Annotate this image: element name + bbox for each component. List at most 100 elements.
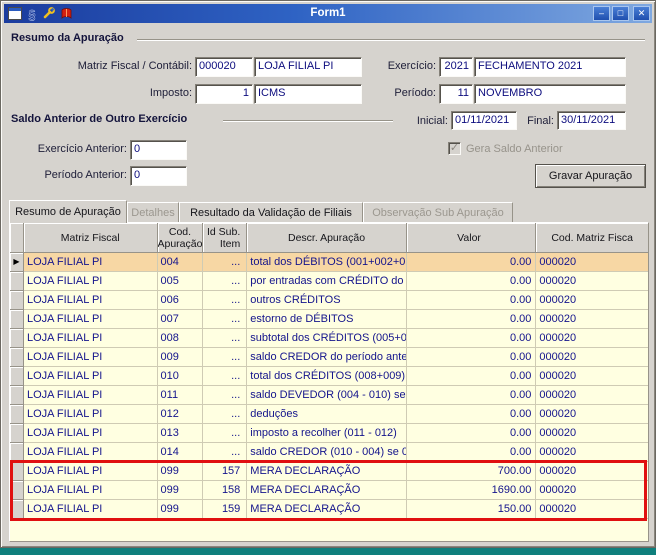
exercicio-anterior-input[interactable]: 0 — [130, 140, 187, 160]
imposto-name-input[interactable]: ICMS — [254, 84, 362, 104]
tab-resultado-validacao-filiais[interactable]: Resultado da Validação de Filiais — [179, 202, 363, 222]
grid-cell[interactable]: ... — [203, 424, 247, 443]
grid-cell[interactable]: MERA DECLARAÇÃO — [247, 462, 406, 481]
grid-cell[interactable]: 011 — [158, 386, 204, 405]
tab-resumo-de-apuracao[interactable]: Resumo de Apuração — [9, 200, 127, 223]
grid-cell[interactable]: MERA DECLARAÇÃO — [247, 481, 406, 500]
grid-cell[interactable]: 007 — [158, 310, 204, 329]
grid-cell[interactable]: LOJA FILIAL PI — [24, 500, 158, 519]
grid-cell[interactable]: ... — [203, 291, 247, 310]
grid-cell[interactable]: 006 — [158, 291, 204, 310]
grid-cell[interactable]: 0.00 — [407, 253, 537, 272]
table-row[interactable]: LOJA FILIAL PI099157MERA DECLARAÇÃO700.0… — [10, 462, 648, 481]
grid-cell[interactable]: ... — [203, 310, 247, 329]
grid-cell[interactable]: saldo DEVEDOR (004 - 010) se 0 — [247, 386, 406, 405]
grid-cell[interactable]: LOJA FILIAL PI — [24, 253, 158, 272]
table-row[interactable]: LOJA FILIAL PI099158MERA DECLARAÇÃO1690.… — [10, 481, 648, 500]
final-date-input[interactable]: 30/11/2021 — [557, 111, 626, 130]
grid-cell[interactable]: saldo CREDOR (010 - 004) se 0< — [247, 443, 406, 462]
grid-cell[interactable]: LOJA FILIAL PI — [24, 310, 158, 329]
grid-cell[interactable]: imposto a recolher (011 - 012) — [247, 424, 406, 443]
grid-cell[interactable]: 000020 — [536, 462, 648, 481]
tab-observacao-sub-apuracao[interactable]: Observação Sub Apuração — [363, 202, 513, 222]
grid-cell[interactable]: ... — [203, 405, 247, 424]
gera-saldo-checkbox[interactable]: ✓ — [448, 142, 461, 155]
grid-cell[interactable]: 099 — [158, 462, 204, 481]
grid-cell[interactable]: LOJA FILIAL PI — [24, 329, 158, 348]
grid-cell[interactable]: subtotal dos CRÉDITOS (005+0 — [247, 329, 406, 348]
table-row[interactable]: LOJA FILIAL PI010...total dos CRÉDITOS (… — [10, 367, 648, 386]
grid-cell[interactable]: 157 — [203, 462, 247, 481]
grid-cell[interactable]: 014 — [158, 443, 204, 462]
grid-cell[interactable]: LOJA FILIAL PI — [24, 405, 158, 424]
table-row[interactable]: LOJA FILIAL PI099159MERA DECLARAÇÃO150.0… — [10, 500, 648, 519]
grid-cell[interactable]: 008 — [158, 329, 204, 348]
grid-cell[interactable]: 1690.00 — [407, 481, 537, 500]
grid-cell[interactable]: 0.00 — [407, 291, 537, 310]
close-button[interactable]: ✕ — [633, 6, 650, 21]
grid-cell[interactable]: 000020 — [536, 253, 648, 272]
table-row[interactable]: ▶LOJA FILIAL PI004...total dos DÉBITOS (… — [10, 253, 648, 272]
grid-cell[interactable]: LOJA FILIAL PI — [24, 272, 158, 291]
grid-cell[interactable]: 700.00 — [407, 462, 537, 481]
table-row[interactable]: LOJA FILIAL PI006...outros CRÉDITOS0.000… — [10, 291, 648, 310]
grid-cell[interactable]: LOJA FILIAL PI — [24, 291, 158, 310]
grid-cell[interactable]: 009 — [158, 348, 204, 367]
grid-cell[interactable]: 000020 — [536, 443, 648, 462]
grid-cell[interactable]: estorno de DÉBITOS — [247, 310, 406, 329]
grid-cell[interactable]: 000020 — [536, 310, 648, 329]
grid-cell[interactable]: ... — [203, 272, 247, 291]
table-row[interactable]: LOJA FILIAL PI014...saldo CREDOR (010 - … — [10, 443, 648, 462]
periodo-anterior-input[interactable]: 0 — [130, 166, 187, 186]
table-row[interactable]: LOJA FILIAL PI011...saldo DEVEDOR (004 -… — [10, 386, 648, 405]
table-row[interactable]: LOJA FILIAL PI008...subtotal dos CRÉDITO… — [10, 329, 648, 348]
maximize-button[interactable]: □ — [612, 6, 629, 21]
exercicio-name-input[interactable]: FECHAMENTO 2021 — [474, 57, 626, 77]
tab-detalhes[interactable]: Detalhes — [127, 202, 179, 222]
matriz-code-input[interactable]: 000020 — [195, 57, 253, 77]
grid-cell[interactable]: 000020 — [536, 481, 648, 500]
inicial-date-input[interactable]: 01/11/2021 — [451, 111, 517, 130]
grid-cell[interactable]: saldo CREDOR do período anter — [247, 348, 406, 367]
grid-cell[interactable]: 000020 — [536, 386, 648, 405]
grid-cell[interactable]: LOJA FILIAL PI — [24, 481, 158, 500]
grid-cell[interactable]: 0.00 — [407, 329, 537, 348]
grid-cell[interactable]: 0.00 — [407, 405, 537, 424]
title-bar[interactable]: § Form1 – □ ✕ — [4, 4, 652, 23]
grid-cell[interactable]: 0.00 — [407, 310, 537, 329]
grid-cell[interactable]: 000020 — [536, 348, 648, 367]
grid-cell[interactable]: LOJA FILIAL PI — [24, 367, 158, 386]
periodo-name-input[interactable]: NOVEMBRO — [474, 84, 626, 104]
grid-cell[interactable]: ... — [203, 253, 247, 272]
grid-cell[interactable]: ... — [203, 348, 247, 367]
table-row[interactable]: LOJA FILIAL PI013...imposto a recolher (… — [10, 424, 648, 443]
grid-cell[interactable]: LOJA FILIAL PI — [24, 443, 158, 462]
grid-cell[interactable]: 0.00 — [407, 386, 537, 405]
grid-cell[interactable]: 000020 — [536, 291, 648, 310]
grid-cell[interactable]: 099 — [158, 500, 204, 519]
grid-cell[interactable]: 0.00 — [407, 348, 537, 367]
grid-cell[interactable]: 0.00 — [407, 424, 537, 443]
grid-cell[interactable]: LOJA FILIAL PI — [24, 462, 158, 481]
grid-cell[interactable]: ... — [203, 386, 247, 405]
minimize-button[interactable]: – — [593, 6, 610, 21]
grid-cell[interactable]: 000020 — [536, 329, 648, 348]
grid-cell[interactable]: ... — [203, 443, 247, 462]
grid-cell[interactable]: 000020 — [536, 405, 648, 424]
grid-cell[interactable]: 000020 — [536, 500, 648, 519]
grid-cell[interactable]: 010 — [158, 367, 204, 386]
grid-cell[interactable]: 150.00 — [407, 500, 537, 519]
table-row[interactable]: LOJA FILIAL PI007...estorno de DÉBITOS0.… — [10, 310, 648, 329]
grid-cell[interactable]: 000020 — [536, 272, 648, 291]
grid-cell[interactable]: LOJA FILIAL PI — [24, 386, 158, 405]
periodo-code-input[interactable]: 11 — [439, 84, 473, 104]
grid-cell[interactable]: 158 — [203, 481, 247, 500]
table-row[interactable]: LOJA FILIAL PI009...saldo CREDOR do perí… — [10, 348, 648, 367]
table-row[interactable]: LOJA FILIAL PI012...deduções0.00000020 — [10, 405, 648, 424]
grid-cell[interactable]: 004 — [158, 253, 204, 272]
grid-cell[interactable]: 012 — [158, 405, 204, 424]
grid-cell[interactable]: 159 — [203, 500, 247, 519]
grid-cell[interactable]: total dos CRÉDITOS (008+009) — [247, 367, 406, 386]
grid-cell[interactable]: ... — [203, 367, 247, 386]
imposto-code-input[interactable]: 1 — [195, 84, 253, 104]
